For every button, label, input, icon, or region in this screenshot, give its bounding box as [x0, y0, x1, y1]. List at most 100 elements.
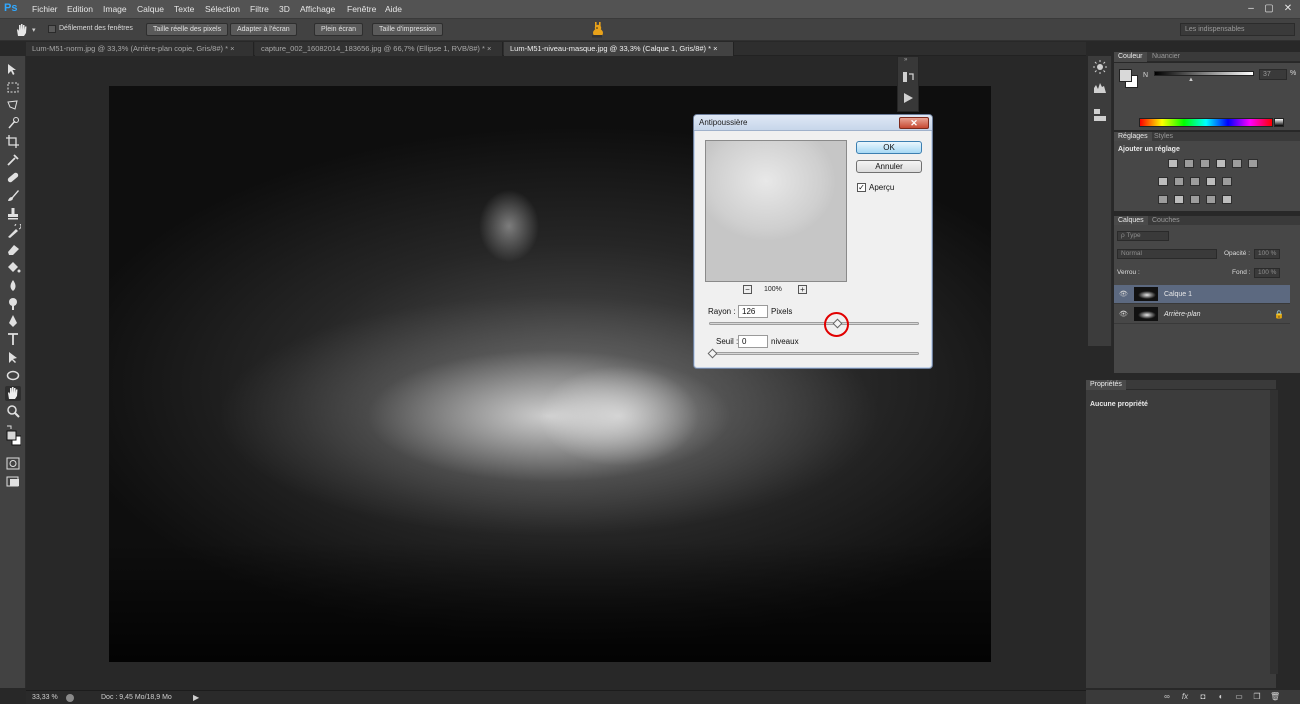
gray-slider-thumb-icon[interactable]: ▲: [1188, 77, 1194, 83]
maximize-icon[interactable]: ▢: [1263, 3, 1275, 15]
threshold-slider-thumb[interactable]: [707, 348, 718, 359]
adjustment-invert-icon[interactable]: [1158, 195, 1168, 204]
dialog-title-bar[interactable]: Antipoussière ✕: [694, 115, 932, 131]
actual-pixels-button[interactable]: Taille réelle des pixels: [146, 23, 229, 36]
path-selection-tool-icon[interactable]: [5, 350, 21, 365]
threshold-input[interactable]: 0: [738, 335, 768, 348]
print-size-button[interactable]: Taille d'impression: [372, 23, 443, 36]
menu-filtre[interactable]: Filtre: [250, 4, 269, 14]
dodge-tool-icon[interactable]: [5, 296, 21, 311]
blend-mode-select[interactable]: Normal: [1117, 249, 1217, 259]
fill-screen-button[interactable]: Plein écran: [314, 23, 364, 36]
delete-layer-icon[interactable]: 🗑: [1270, 692, 1280, 702]
ellipse-tool-icon[interactable]: [5, 368, 21, 383]
close-tab-icon[interactable]: ×: [487, 44, 491, 53]
preview-checkbox[interactable]: ✓: [857, 183, 866, 192]
histogram-icon[interactable]: [1093, 80, 1107, 94]
link-layers-icon[interactable]: ∞: [1162, 692, 1172, 702]
history-icon[interactable]: [902, 71, 915, 83]
filter-preview[interactable]: [705, 140, 847, 282]
pen-tool-icon[interactable]: [5, 314, 21, 329]
visibility-eye-icon[interactable]: 👁: [1119, 310, 1129, 318]
menu-3d[interactable]: 3D: [279, 4, 290, 14]
collapse-arrows-icon[interactable]: »: [904, 57, 907, 63]
eyedropper-tool-icon[interactable]: [5, 152, 21, 167]
adjustment-gradient-map-icon[interactable]: [1206, 195, 1216, 204]
menu-fichier[interactable]: Fichier: [32, 4, 58, 14]
menu-affichage[interactable]: Affichage: [300, 4, 335, 14]
adjustment-color-balance-icon[interactable]: [1158, 177, 1168, 186]
type-tool-icon[interactable]: [5, 332, 21, 347]
adjustment-posterize-icon[interactable]: [1174, 195, 1184, 204]
adjustments-brightness-icon[interactable]: [1093, 60, 1107, 74]
menu-edition[interactable]: Edition: [67, 4, 93, 14]
layer-filter-select[interactable]: ρ Type: [1117, 231, 1169, 241]
zoom-out-button[interactable]: −: [743, 285, 752, 294]
threshold-slider[interactable]: [707, 348, 919, 359]
adjustment-channel-mixer-icon[interactable]: [1206, 177, 1216, 186]
zoom-in-button[interactable]: +: [798, 285, 807, 294]
paint-bucket-tool-icon[interactable]: [5, 260, 21, 275]
status-zoom[interactable]: 33,33 %: [32, 694, 58, 701]
clone-stamp-tool-icon[interactable]: [5, 206, 21, 221]
adjustment-black-white-icon[interactable]: [1174, 177, 1184, 186]
menu-texte[interactable]: Texte: [174, 4, 194, 14]
hand-tool-active-icon[interactable]: [5, 386, 21, 401]
radius-slider[interactable]: [709, 318, 919, 329]
menu-aide[interactable]: Aide: [385, 4, 402, 14]
minimize-icon[interactable]: –: [1245, 3, 1257, 15]
scroll-all-windows-checkbox[interactable]: [48, 25, 56, 33]
adjustment-color-lookup-icon[interactable]: [1222, 177, 1232, 186]
tab-proprietes[interactable]: Propriétés: [1086, 380, 1126, 390]
tab-lum-m51-norm[interactable]: Lum-M51-norm.jpg @ 33,3% (Arrière-plan c…: [26, 42, 254, 56]
menu-calque[interactable]: Calque: [137, 4, 164, 14]
adjustment-brightness-icon[interactable]: [1168, 159, 1178, 168]
quick-selection-tool-icon[interactable]: [5, 116, 21, 131]
tab-nuancier[interactable]: Nuancier: [1148, 52, 1184, 62]
zoom-tool-icon[interactable]: [5, 404, 21, 419]
brush-tool-icon[interactable]: [5, 188, 21, 203]
add-mask-icon[interactable]: ◘: [1198, 692, 1208, 702]
new-group-icon[interactable]: ▭: [1234, 692, 1244, 702]
menu-image[interactable]: Image: [103, 4, 127, 14]
radius-input[interactable]: 126: [738, 305, 768, 318]
visibility-eye-icon[interactable]: 👁: [1119, 290, 1129, 298]
properties-scrollbar[interactable]: [1270, 390, 1278, 674]
menu-fenetre[interactable]: Fenêtre: [347, 4, 376, 14]
quick-mask-icon[interactable]: [5, 456, 21, 471]
lasso-tool-icon[interactable]: [5, 98, 21, 113]
new-adjustment-icon[interactable]: ◐: [1216, 692, 1226, 702]
blur-tool-icon[interactable]: [5, 278, 21, 293]
foreground-color-swatch[interactable]: [1119, 69, 1132, 82]
cancel-button[interactable]: Annuler: [856, 160, 922, 173]
color-spectrum[interactable]: [1139, 118, 1273, 127]
adjustment-selective-color-icon[interactable]: [1222, 195, 1232, 204]
marquee-tool-icon[interactable]: [5, 80, 21, 95]
gray-value-input[interactable]: 37: [1259, 69, 1287, 80]
close-tab-icon[interactable]: ×: [230, 44, 234, 53]
gray-slider[interactable]: [1154, 71, 1254, 76]
new-layer-icon[interactable]: ❐: [1252, 692, 1262, 702]
layer-comps-icon[interactable]: [1093, 108, 1107, 122]
close-tab-icon[interactable]: ×: [713, 44, 717, 53]
layer-style-icon[interactable]: fx: [1180, 692, 1190, 702]
play-action-icon[interactable]: [903, 93, 914, 103]
workspace-select[interactable]: Les indispensables: [1180, 23, 1295, 36]
move-tool-icon[interactable]: [5, 62, 21, 77]
layer-row[interactable]: 👁 Arrière-plan 🔒: [1114, 305, 1290, 324]
tool-preset-chevron-icon[interactable]: ▾: [32, 26, 36, 34]
healing-brush-tool-icon[interactable]: [5, 170, 21, 185]
adjustment-curves-icon[interactable]: [1200, 159, 1210, 168]
layer-row[interactable]: 👁 Calque 1: [1114, 285, 1290, 304]
adjustment-threshold-icon[interactable]: [1190, 195, 1200, 204]
ok-button[interactable]: OK: [856, 141, 922, 154]
history-brush-tool-icon[interactable]: [5, 222, 22, 239]
close-window-icon[interactable]: ✕: [1282, 3, 1294, 15]
adjustment-photo-filter-icon[interactable]: [1190, 177, 1200, 186]
hand-tool-icon[interactable]: [14, 23, 30, 37]
fit-screen-button[interactable]: Adapter à l'écran: [230, 23, 297, 36]
eraser-tool-icon[interactable]: [5, 242, 21, 257]
crop-tool-icon[interactable]: [5, 134, 21, 149]
tab-lum-m51-niveau-masque[interactable]: Lum-M51-niveau-masque.jpg @ 33,3% (Calqu…: [504, 42, 734, 56]
foreground-background-color-icon[interactable]: [5, 424, 22, 450]
